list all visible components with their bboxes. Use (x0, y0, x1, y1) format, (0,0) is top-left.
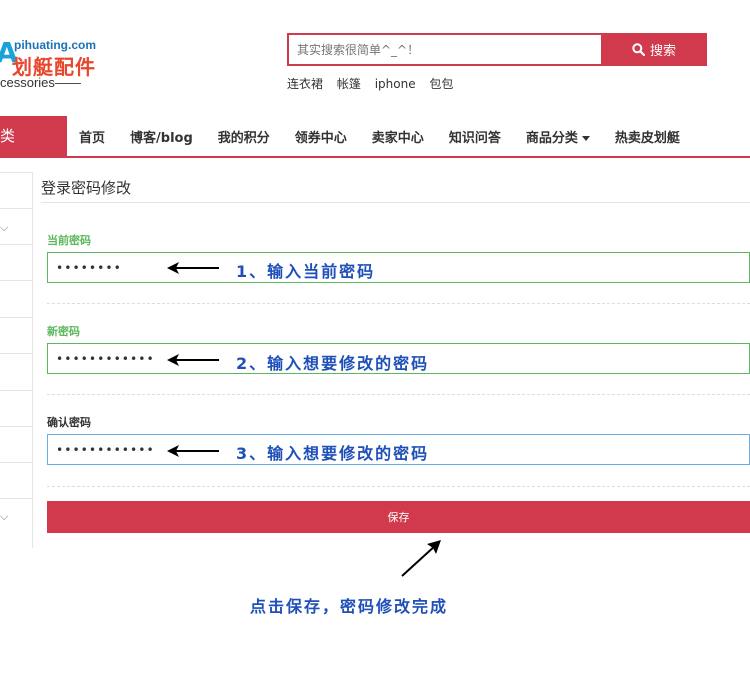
category-menu-button[interactable]: 类 (0, 116, 67, 156)
site-logo[interactable]: A pihuating.com 划艇配件 cessories—— (0, 36, 110, 92)
sidebar-item[interactable] (0, 390, 32, 427)
divider (47, 303, 750, 304)
arrow-left-icon (167, 262, 219, 274)
nav-item-qa[interactable]: 知识问答 (437, 127, 513, 146)
page-title: 登录密码修改 (41, 179, 132, 197)
sidebar-item[interactable] (0, 426, 32, 463)
search-icon (632, 43, 645, 56)
divider (41, 202, 750, 203)
current-password-label: 当前密码 (47, 234, 91, 247)
annotation-step-3: 3、输入想要修改的密码 (236, 444, 430, 463)
confirm-password-label: 确认密码 (47, 416, 91, 429)
search-button-label: 搜索 (649, 44, 676, 59)
divider (47, 394, 750, 395)
nav-item-coupons[interactable]: 领券中心 (283, 127, 359, 146)
chevron-down-icon: ⌵ (0, 510, 9, 523)
main-nav: 类 首页 博客/blog 我的积分 领券中心 卖家中心 知识问答 商品分类 热卖… (0, 116, 750, 158)
nav-item-points[interactable]: 我的积分 (206, 127, 282, 146)
arrow-left-icon (167, 354, 219, 366)
nav-item-home[interactable]: 首页 (67, 127, 117, 146)
sidebar-item[interactable]: ⌵ (0, 208, 32, 245)
nav-item-seller-center[interactable]: 卖家中心 (360, 127, 436, 146)
nav-item-product-categories[interactable]: 商品分类 (514, 127, 602, 146)
annotation-step-2: 2、输入想要修改的密码 (236, 354, 430, 373)
annotation-final: 点击保存，密码修改完成 (250, 597, 449, 616)
logo-domain: pihuating.com (14, 38, 96, 52)
search-bar: 搜索 (287, 33, 707, 66)
hot-word-link[interactable]: 包包 (429, 77, 453, 91)
divider (47, 486, 750, 487)
hot-word-link[interactable]: 帐篷 (337, 77, 361, 91)
caret-down-icon (581, 135, 590, 141)
logo-subtitle: cessories—— (0, 75, 81, 90)
sidebar-item[interactable]: ⌵ (0, 498, 32, 535)
arrow-left-icon (167, 445, 219, 457)
nav-item-label: 商品分类 (525, 130, 578, 146)
chevron-down-icon: ⌵ (0, 221, 9, 234)
new-password-label: 新密码 (47, 325, 80, 338)
hot-search-words: 连衣裙 帐篷 iphone 包包 (287, 75, 463, 92)
sidebar-item[interactable] (0, 280, 32, 317)
nav-item-hot-kayaks[interactable]: 热卖皮划艇 (603, 127, 692, 146)
arrow-up-right-icon (401, 540, 441, 577)
search-input[interactable] (287, 33, 607, 66)
sidebar-item[interactable] (0, 172, 32, 209)
hot-word-link[interactable]: iphone (375, 77, 416, 91)
hot-word-link[interactable]: 连衣裙 (287, 77, 323, 91)
sidebar-item[interactable] (0, 244, 32, 281)
sidebar: ⌵ ⌵ (0, 172, 33, 548)
sidebar-item[interactable] (0, 317, 32, 354)
nav-item-blog[interactable]: 博客/blog (118, 127, 205, 146)
search-button[interactable]: 搜索 (601, 33, 707, 66)
sidebar-item[interactable] (0, 462, 32, 499)
sidebar-item[interactable] (0, 353, 32, 390)
current-password-field[interactable]: •••••••• (47, 252, 750, 283)
save-button[interactable]: 保存 (47, 501, 750, 533)
annotation-step-1: 1、输入当前密码 (236, 262, 376, 281)
